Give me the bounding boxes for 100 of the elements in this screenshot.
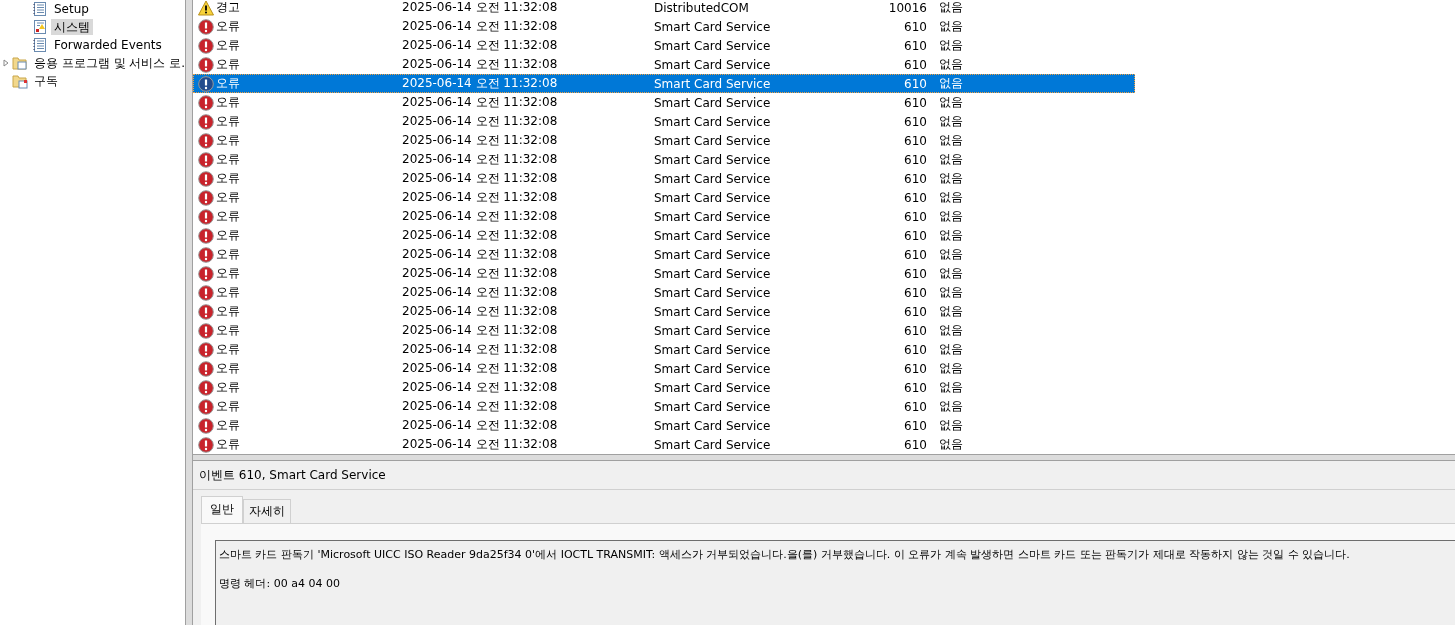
error-icon	[198, 360, 214, 377]
date-cell-text: 2025-06-14 오전 11:32:08	[402, 56, 559, 73]
category-cell: 없음	[939, 303, 963, 320]
source-cell-text: Smart Card Service	[654, 266, 772, 281]
category-cell: 없음	[939, 208, 963, 225]
level-cell-text: 오류	[216, 37, 241, 54]
tree-item[interactable]: 응용 프로그램 및 서비스 로.	[31, 55, 189, 71]
date-cell-text: 2025-06-14 오전 11:32:08	[402, 265, 559, 282]
event-row[interactable]: 오류 2025-06-14 오전 11:32:08 Smart Card Service 610 없음	[193, 378, 1135, 397]
date-cell-text: 2025-06-14 오전 11:32:08	[402, 208, 559, 225]
event-id-cell-text: 610	[903, 209, 927, 224]
error-icon	[198, 208, 214, 225]
event-row[interactable]: 오류 2025-06-14 오전 11:32:08 Smart Card Service 610 없음	[193, 17, 1135, 36]
event-id-cell-text: 610	[903, 247, 927, 262]
event-row[interactable]: 오류 2025-06-14 오전 11:32:08 Smart Card Service 610 없음	[193, 321, 1135, 340]
event-row[interactable]: 오류 2025-06-14 오전 11:32:08 Smart Card Service 610 없음	[193, 416, 1135, 435]
date-cell-text: 2025-06-14 오전 11:32:08	[402, 398, 559, 415]
category-cell: 없음	[939, 246, 963, 263]
source-cell-text: Smart Card Service	[654, 57, 772, 72]
event-id-cell-text: 10016	[887, 0, 927, 15]
date-cell-text: 2025-06-14 오전 11:32:08	[402, 436, 559, 453]
date-cell-text: 2025-06-14 오전 11:32:08	[402, 113, 559, 130]
error-icon	[198, 322, 214, 339]
event-row[interactable]: 오류 2025-06-14 오전 11:32:08 Smart Card Service 610 없음	[193, 340, 1135, 359]
category-cell: 없음	[939, 379, 963, 396]
level-cell-text: 오류	[216, 18, 241, 35]
tree-item[interactable]: Forwarded Events	[51, 37, 165, 53]
splitter[interactable]	[185, 0, 193, 625]
event-row[interactable]: 오류 2025-06-14 오전 11:32:08 Smart Card Service 610 없음	[193, 150, 1135, 169]
level-cell-text: 오류	[216, 379, 241, 396]
event-row[interactable]: 오류 2025-06-14 오전 11:32:08 Smart Card Service 610 없음	[193, 264, 1135, 283]
date-cell-text: 2025-06-14 오전 11:32:08	[402, 322, 559, 339]
error-icon	[198, 398, 214, 415]
event-row[interactable]: 오류 2025-06-14 오전 11:32:08 Smart Card Service 610 없음	[193, 188, 1135, 207]
source-cell-text: Smart Card Service	[654, 152, 772, 167]
source-cell-text: Smart Card Service	[654, 323, 772, 338]
event-row[interactable]: 오류 2025-06-14 오전 11:32:08 Smart Card Service 610 없음	[193, 302, 1135, 321]
source-cell-text: Smart Card Service	[654, 285, 772, 300]
error-icon	[198, 341, 214, 358]
source-cell-text: Smart Card Service	[654, 342, 772, 357]
event-row[interactable]: 오류 2025-06-14 오전 11:32:08 Smart Card Service 610 없음	[193, 435, 1135, 454]
error-icon	[198, 56, 214, 73]
error-icon	[198, 37, 214, 54]
event-row[interactable]: 오류 2025-06-14 오전 11:32:08 Smart Card Service 610 없음	[193, 245, 1135, 264]
date-cell-text: 2025-06-14 오전 11:32:08	[402, 417, 559, 434]
error-icon	[198, 227, 214, 244]
source-cell-text: Smart Card Service	[654, 133, 772, 148]
source-cell-text: Smart Card Service	[654, 38, 772, 53]
event-id-cell-text: 610	[903, 285, 927, 300]
level-cell-text: 오류	[216, 94, 241, 111]
error-icon	[198, 94, 214, 111]
category-cell: 없음	[939, 417, 963, 434]
tab[interactable]: 자세히	[243, 499, 291, 523]
date-cell-text: 2025-06-14 오전 11:32:08	[402, 94, 559, 111]
level-cell-text: 오류	[216, 170, 241, 187]
tab[interactable]: 일반	[201, 496, 243, 524]
event-row[interactable]: 오류 2025-06-14 오전 11:32:08 Smart Card Service 610 없음	[193, 359, 1135, 378]
event-row[interactable]: 오류 2025-06-14 오전 11:32:08 Smart Card Service 610 없음	[193, 55, 1135, 74]
level-cell-text: 오류	[216, 417, 241, 434]
source-cell-text: Smart Card Service	[654, 114, 772, 129]
tree-item[interactable]: 구독	[31, 73, 61, 89]
warning-icon	[198, 0, 214, 16]
level-cell-text: 오류	[216, 132, 241, 149]
source-cell-text: Smart Card Service	[654, 171, 772, 186]
source-cell-text: Smart Card Service	[654, 437, 772, 452]
event-row[interactable]: 오류 2025-06-14 오전 11:32:08 Smart Card Service 610 없음	[193, 131, 1135, 150]
log-icon	[32, 37, 48, 53]
level-cell-text: 오류	[216, 56, 241, 73]
folder-icon	[12, 55, 28, 71]
tree-item[interactable]: 시스템	[51, 19, 93, 35]
level-cell-text: 오류	[216, 265, 241, 282]
event-row[interactable]: 오류 2025-06-14 오전 11:32:08 Smart Card Service 610 없음	[193, 226, 1135, 245]
date-cell-text: 2025-06-14 오전 11:32:08	[402, 379, 559, 396]
event-id-cell-text: 610	[903, 171, 927, 186]
level-cell-text: 오류	[216, 189, 241, 206]
event-row[interactable]: 오류 2025-06-14 오전 11:32:08 Smart Card Service 610 없음	[193, 169, 1135, 188]
event-row[interactable]: 오류 2025-06-14 오전 11:32:08 Smart Card Service 610 없음	[193, 74, 1135, 93]
event-row[interactable]: 오류 2025-06-14 오전 11:32:08 Smart Card Service 610 없음	[193, 112, 1135, 131]
category-cell: 없음	[939, 132, 963, 149]
event-row[interactable]: 오류 2025-06-14 오전 11:32:08 Smart Card Service 610 없음	[193, 207, 1135, 226]
date-cell-text: 2025-06-14 오전 11:32:08	[402, 246, 559, 263]
category-cell: 없음	[939, 227, 963, 244]
splitter[interactable]	[193, 454, 1455, 461]
error-icon	[198, 303, 214, 320]
level-cell-text: 오류	[216, 322, 241, 339]
error-icon	[198, 75, 214, 92]
date-cell-text: 2025-06-14 오전 11:32:08	[402, 227, 559, 244]
date-cell-text: 2025-06-14 오전 11:32:08	[402, 18, 559, 35]
event-row[interactable]: 오류 2025-06-14 오전 11:32:08 Smart Card Service 610 없음	[193, 93, 1135, 112]
level-cell-text: 오류	[216, 360, 241, 377]
date-cell-text: 2025-06-14 오전 11:32:08	[402, 303, 559, 320]
event-row[interactable]: 경고 2025-06-14 오전 11:32:08 DistributedCOM 10016 없음	[193, 0, 1135, 17]
tree-item[interactable]: Setup	[51, 1, 92, 17]
event-row[interactable]: 오류 2025-06-14 오전 11:32:08 Smart Card Service 610 없음	[193, 36, 1135, 55]
error-icon	[198, 132, 214, 149]
category-cell: 없음	[939, 113, 963, 130]
expand-arrow-icon[interactable]	[2, 59, 10, 67]
event-row[interactable]: 오류 2025-06-14 오전 11:32:08 Smart Card Service 610 없음	[193, 397, 1135, 416]
level-cell-text: 오류	[216, 227, 241, 244]
event-row[interactable]: 오류 2025-06-14 오전 11:32:08 Smart Card Service 610 없음	[193, 283, 1135, 302]
